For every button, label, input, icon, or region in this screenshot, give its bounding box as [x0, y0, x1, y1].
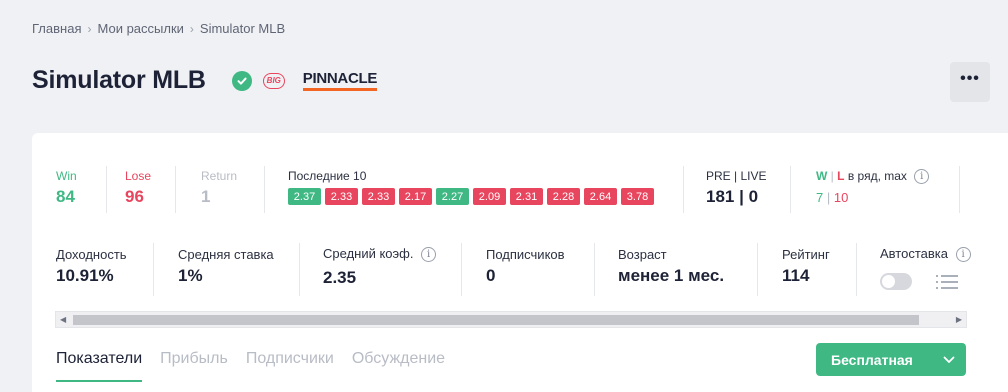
stat-win: Win 84: [56, 169, 77, 207]
metric-subscribers: Подписчиков 0: [486, 247, 565, 286]
avg-odds-label: Средний коэф. i: [323, 246, 437, 263]
result-chip: 2.17: [399, 188, 432, 205]
result-chip: 3.78: [621, 188, 654, 205]
scroll-right-icon[interactable]: ▶: [956, 315, 962, 324]
avg-odds-value: 2.35: [323, 268, 357, 288]
stat-lose-value: 96: [125, 187, 144, 206]
metric-autobet: Автоставка i: [880, 246, 972, 291]
avg-stake-label: Средняя ставка: [178, 247, 274, 262]
streak-max-value: 7 | 10: [816, 190, 849, 206]
stat-streak-max: W | L в ряд, max i 7 | 10: [816, 169, 930, 206]
avg-stake-value: 1%: [178, 266, 203, 285]
yield-label: Доходность: [56, 247, 127, 262]
scrollbar-thumb[interactable]: [73, 315, 919, 325]
tab-subscribers[interactable]: Подписчики: [246, 350, 334, 382]
subscribe-free-label: Бесплатная: [831, 351, 913, 368]
scroll-left-icon[interactable]: ◀: [60, 315, 66, 324]
stat-win-label: Win: [56, 169, 77, 183]
age-value: менее 1 мес.: [618, 266, 725, 285]
metric-avg-stake: Средняя ставка 1%: [178, 247, 274, 286]
result-chip: 2.37: [288, 188, 321, 205]
more-options-button[interactable]: •••: [950, 62, 990, 102]
rating-value: 114: [782, 266, 810, 285]
more-horizontal-icon: •••: [960, 70, 980, 87]
result-chip: 2.27: [436, 188, 469, 205]
chevron-down-icon[interactable]: [932, 343, 966, 376]
age-label: Возраст: [618, 247, 667, 262]
stat-return-label: Return: [201, 169, 238, 183]
tab-indicators[interactable]: Показатели: [56, 350, 143, 382]
subscribers-value: 0: [486, 266, 496, 285]
metric-avg-odds: Средний коэф. i 2.35: [323, 246, 437, 288]
result-chip: 2.33: [325, 188, 358, 205]
stat-pre-live: PRE | LIVE 181 | 0: [706, 169, 766, 207]
title-row: Simulator MLB BIG PINNACLE: [32, 66, 377, 95]
breadcrumb-current: Simulator MLB: [199, 21, 286, 36]
big-badge: BIG: [262, 72, 285, 89]
result-chip: 2.33: [362, 188, 395, 205]
result-chip: 2.28: [547, 188, 580, 205]
check-circle-icon: [231, 70, 252, 91]
result-chip: 2.09: [473, 188, 506, 205]
autobet-label: Автоставка i: [880, 246, 972, 263]
stat-return-value: 1: [201, 187, 211, 206]
stat-return: Return 1: [201, 169, 237, 207]
stat-lose: Lose 96: [125, 169, 151, 207]
rating-label: Рейтинг: [782, 247, 830, 262]
horizontal-scrollbar[interactable]: ◀ ▶: [55, 311, 967, 328]
bookmaker-name: PINNACLE: [302, 70, 378, 87]
tab-discussion[interactable]: Обсуждение: [352, 350, 445, 382]
pre-live-label: PRE | LIVE: [706, 169, 767, 183]
info-icon[interactable]: i: [914, 169, 930, 185]
result-chip: 2.31: [510, 188, 543, 205]
chevron-right-icon: ›: [87, 21, 92, 36]
breadcrumb: Главная › Мои рассылки › Simulator MLB: [32, 21, 285, 36]
yield-value: 10.91%: [56, 266, 114, 285]
page-title: Simulator MLB: [32, 66, 206, 94]
result-chip: 2.64: [584, 188, 617, 205]
breadcrumb-home[interactable]: Главная: [32, 21, 81, 36]
subscribers-label: Подписчиков: [486, 247, 565, 262]
stat-lose-label: Lose: [125, 169, 152, 183]
info-icon[interactable]: i: [955, 247, 971, 263]
bookmaker-logo: PINNACLE: [302, 70, 378, 91]
metric-age: Возраст менее 1 мес.: [618, 247, 724, 286]
autobet-toggle[interactable]: [880, 273, 912, 291]
subscribe-free-button[interactable]: Бесплатная: [816, 343, 966, 376]
stat-win-value: 84: [56, 187, 75, 206]
last-10-chips: 2.37 2.33 2.33 2.17 2.27 2.09 2.31 2.28 2.64 3.78: [288, 188, 654, 205]
chevron-right-icon: ›: [189, 21, 194, 36]
streak-max-label: W | L в ряд, max i: [816, 169, 930, 185]
list-icon[interactable]: [936, 274, 958, 289]
breadcrumb-my-mailings[interactable]: Мои рассылки: [97, 21, 183, 36]
last-10-results: Последние 10 2.37 2.33 2.33 2.17 2.27 2.09 2.3…: [288, 169, 654, 205]
metric-yield: Доходность 10.91%: [56, 247, 127, 286]
info-icon[interactable]: i: [421, 247, 437, 263]
tab-profit[interactable]: Прибыль: [160, 350, 228, 382]
last-10-label: Последние 10: [288, 169, 367, 183]
tabs: Показатели Прибыль Подписчики Обсуждение: [56, 350, 463, 382]
pre-live-value: 181 | 0: [706, 187, 759, 206]
metric-rating: Рейтинг 114: [782, 247, 830, 286]
